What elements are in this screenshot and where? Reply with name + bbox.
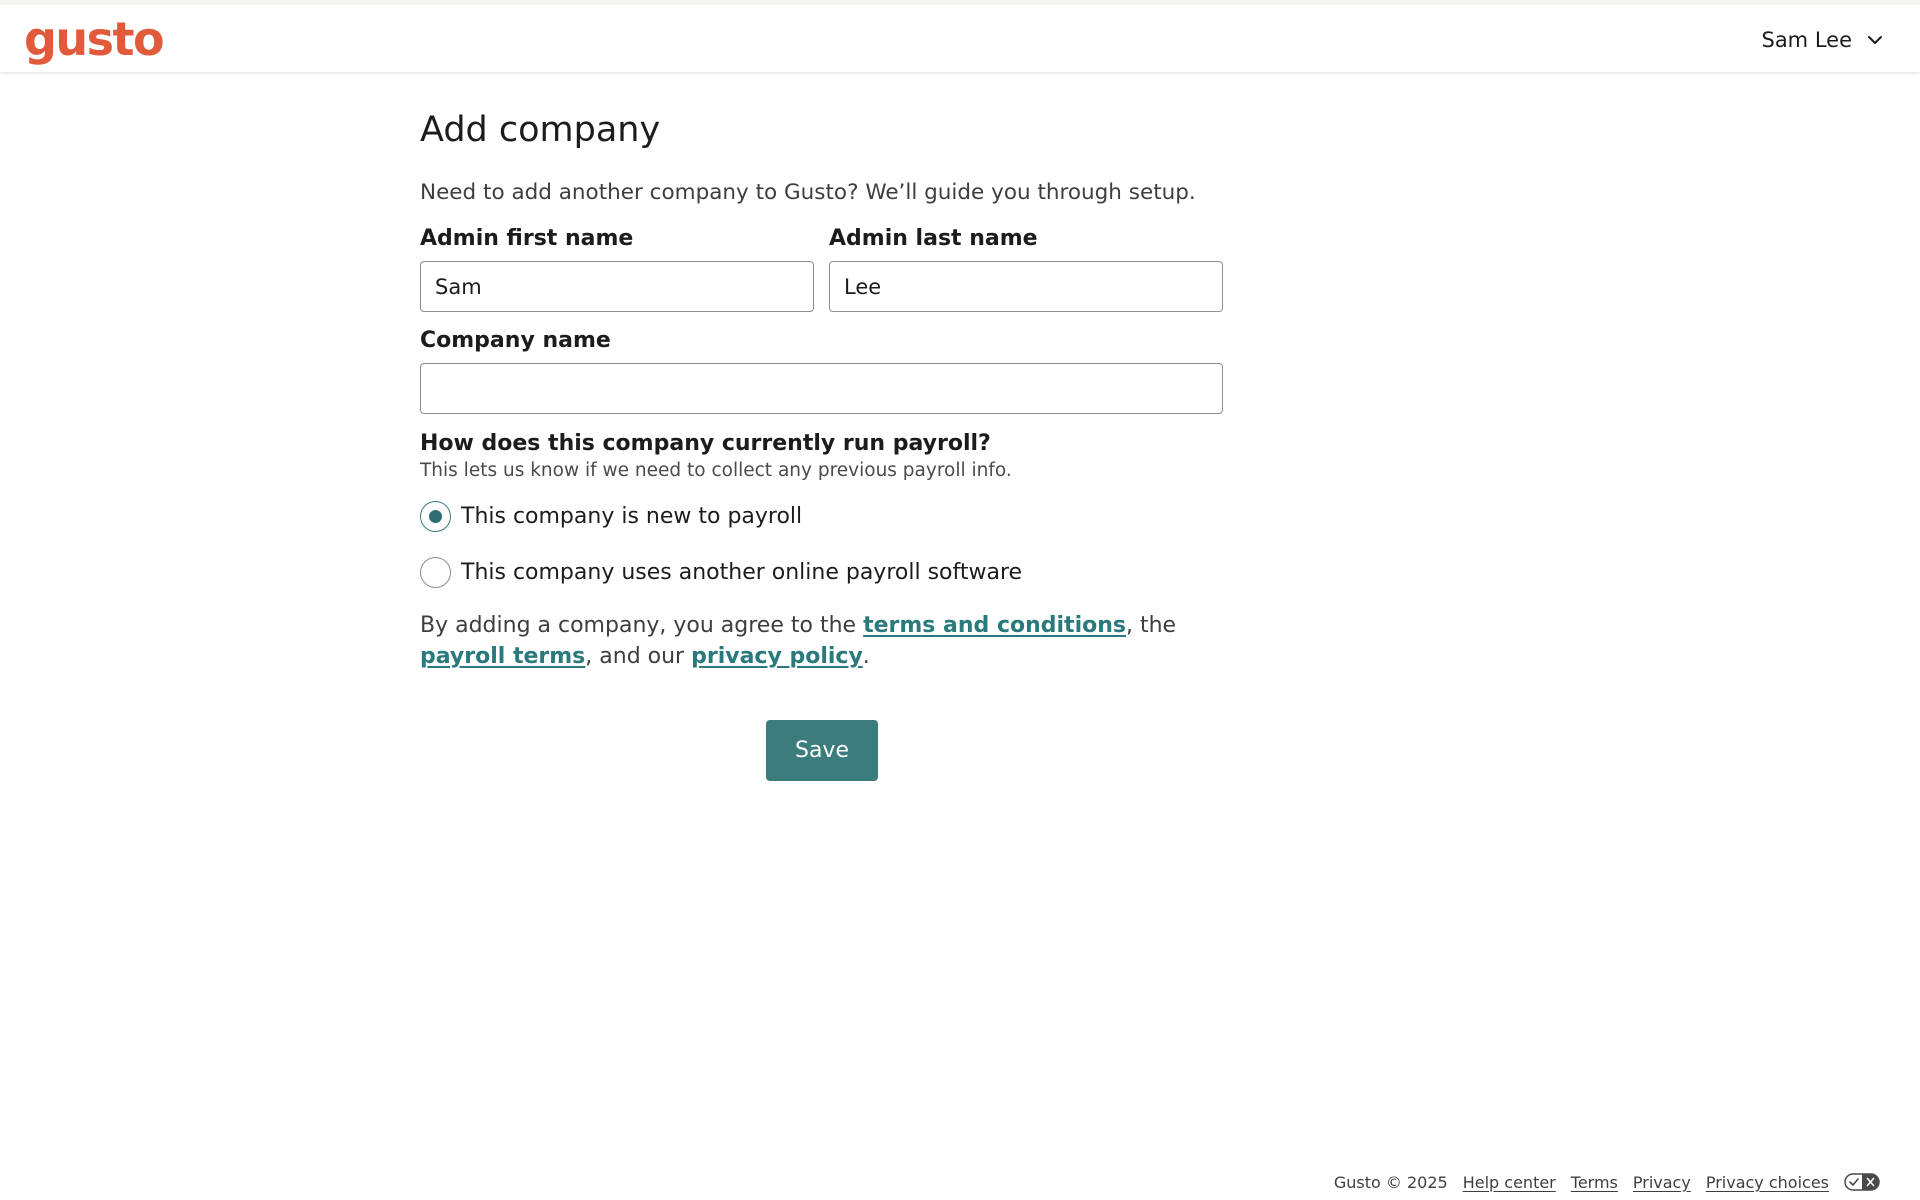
footer-link-help-center[interactable]: Help center — [1463, 1173, 1556, 1192]
privacy-choices-icon[interactable] — [1844, 1173, 1880, 1191]
privacy-policy-link[interactable]: privacy policy — [691, 644, 863, 669]
agreement-prefix: By adding a company, you agree to the — [420, 613, 864, 638]
company-name-label: Company name — [420, 328, 611, 353]
radio-label[interactable]: This company uses another online payroll… — [461, 560, 1022, 585]
payroll-question-help: This lets us know if we need to collect … — [420, 460, 1012, 481]
footer-copyright: Gusto © 2025 — [1333, 1172, 1448, 1192]
agreement-text: By adding a company, you agree to the te… — [420, 610, 1180, 672]
payroll-terms-link[interactable]: payroll terms — [420, 644, 585, 669]
radio-dot — [429, 509, 442, 523]
user-menu[interactable]: Sam Lee — [1761, 17, 1884, 63]
save-button[interactable]: Save — [766, 720, 878, 781]
radio-unselected-icon[interactable] — [420, 556, 451, 588]
gusto-logo[interactable]: gusto — [24, 13, 165, 65]
user-name[interactable]: Sam Lee — [1761, 28, 1852, 52]
last-name-input[interactable] — [829, 261, 1223, 312]
radio-uses-other-software[interactable]: This company uses another online payroll… — [420, 556, 1022, 588]
radio-label[interactable]: This company is new to payroll — [461, 504, 802, 529]
last-name-label: Admin last name — [829, 226, 1038, 251]
radio-selected-icon[interactable] — [420, 500, 451, 532]
chevron-down-icon[interactable] — [1866, 31, 1884, 49]
payroll-question: How does this company currently run payr… — [420, 431, 991, 456]
top-bar: gusto Sam Lee — [0, 0, 1920, 72]
company-name-input[interactable] — [420, 363, 1223, 414]
agreement-middle: , the — [1125, 613, 1177, 638]
footer: Gusto © 2025 Help center Terms Privacy P… — [1334, 1170, 1880, 1194]
terms-and-conditions-link[interactable]: terms and conditions — [863, 613, 1126, 638]
first-name-input[interactable] — [420, 261, 814, 312]
footer-link-terms[interactable]: Terms — [1571, 1173, 1618, 1192]
agreement-suffix: . — [862, 644, 870, 669]
page-title: Add company — [420, 110, 661, 150]
first-name-label: Admin first name — [420, 226, 634, 251]
radio-new-to-payroll[interactable]: This company is new to payroll — [420, 500, 802, 532]
footer-link-privacy-choices[interactable]: Privacy choices — [1706, 1173, 1829, 1192]
page-intro: Need to add another company to Gusto? We… — [420, 180, 1196, 205]
agreement-and-our: , and our — [585, 644, 692, 669]
footer-link-privacy[interactable]: Privacy — [1633, 1173, 1691, 1192]
